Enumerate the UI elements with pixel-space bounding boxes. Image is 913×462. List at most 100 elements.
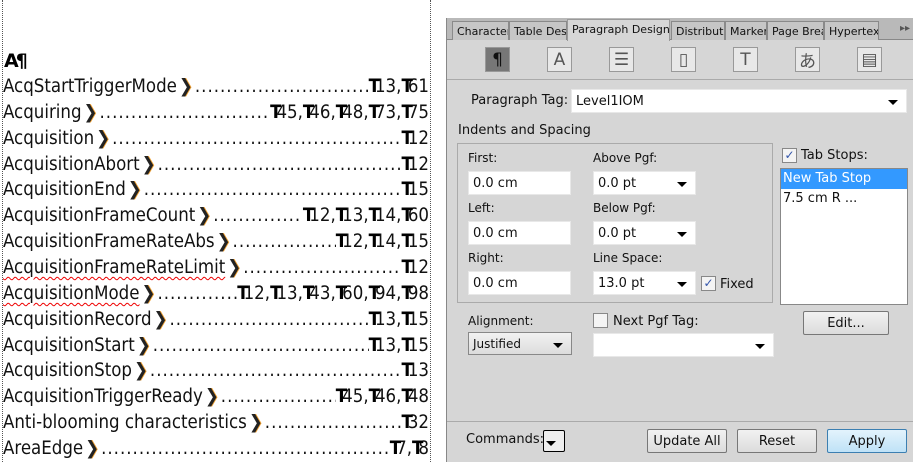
dot-leader <box>158 154 402 175</box>
cross-ref-marker-icon: T <box>335 282 348 304</box>
index-entry[interactable]: AcquisitionRecord❯ T13,T15 <box>3 309 429 335</box>
more-tabs-icon[interactable]: ▸▸ <box>900 23 910 34</box>
page-numbers: T12,T13,T14,T60 <box>302 205 429 227</box>
pagination-icon[interactable]: ☰ <box>609 47 634 72</box>
cross-ref-marker-icon: T <box>302 205 315 227</box>
index-term: AcqStartTriggerMode <box>3 76 177 97</box>
cross-ref-marker-icon: T <box>401 76 413 97</box>
index-entry[interactable]: AcquisitionAbort❯ T12 <box>3 154 429 180</box>
hypertext-marker-icon: ❯ <box>83 101 98 123</box>
tab-hypertext[interactable]: Hypertext <box>824 21 879 40</box>
next-pgf-tag-select[interactable] <box>593 333 774 357</box>
hypertext-marker-icon: ❯ <box>141 282 156 304</box>
cross-ref-marker-icon: T <box>401 179 413 201</box>
apply-button[interactable]: Apply <box>827 429 907 453</box>
page-numbers: T12 <box>401 154 429 175</box>
above-pgf-select[interactable]: 0.0 pt <box>593 171 696 195</box>
hypertext-marker-icon: ❯ <box>133 360 148 382</box>
cross-ref-marker-icon: T <box>401 412 413 434</box>
index-entry[interactable]: AcquisitionStop❯ T13 <box>3 360 429 386</box>
index-entry[interactable]: Acquiring❯ T45,T46,T48,T73,T75 <box>3 102 429 128</box>
dot-leader <box>195 76 369 97</box>
line-space-select[interactable]: 13.0 pt <box>593 271 696 295</box>
page-numbers: T12,T13,T43,T60,T94,T98 <box>237 282 429 304</box>
index-entry[interactable]: AcquisitionFrameRateAbs❯ T12,T14,T15 <box>3 231 429 257</box>
tab-marker[interactable]: Marker <box>725 21 767 40</box>
index-term: AcquisitionFrameRateLimit <box>3 256 226 278</box>
index-term: AcquisitionStart <box>3 334 135 356</box>
index-term: AcquisitionAbort <box>3 153 140 175</box>
document-page[interactable]: A¶ AcqStartTriggerMode❯T13,T61Acquiring❯… <box>0 0 446 462</box>
fixed-checkbox[interactable]: ✓ <box>701 276 716 291</box>
tab-stops-list[interactable]: New Tab Stop 7.5 cm R ... <box>780 168 908 305</box>
index-entry[interactable]: AcquisitionStart❯ T13,T15 <box>3 335 429 361</box>
tab-table-designer[interactable]: Table Desig <box>509 21 567 40</box>
dot-leader <box>213 205 303 226</box>
page-numbers: T13,T61 <box>368 76 429 97</box>
index-term: AcquisitionMode <box>3 282 140 304</box>
font-icon[interactable]: A <box>547 47 572 72</box>
commands-label: Commands: <box>466 432 544 447</box>
tab-page-break[interactable]: Page Break <box>767 21 824 40</box>
left-label: Left: <box>468 201 495 215</box>
paragraph-icon[interactable]: ¶ <box>485 47 510 72</box>
paragraph-tag-label: Paragraph Tag: <box>471 93 569 108</box>
index-entry[interactable]: AcquisitionFrameRateLimit❯ T12 <box>3 257 429 283</box>
index-entry[interactable]: AcquisitionTriggerReady❯ T45,T46,T48 <box>3 386 429 412</box>
next-pgf-tag-label: Next Pgf Tag: <box>613 314 699 329</box>
index-entry[interactable]: Acquisition❯ T12 <box>3 128 429 154</box>
index-entry[interactable]: AcquisitionMode❯ T12,T13,T43,T60,T94,T98 <box>3 283 429 309</box>
index-entry[interactable]: AcquisitionEnd❯ T15 <box>3 179 429 205</box>
cross-ref-marker-icon: T <box>401 256 413 278</box>
hypertext-marker-icon: ❯ <box>227 256 242 278</box>
first-indent-input[interactable]: 0.0 cm <box>468 171 571 195</box>
alignment-select[interactable]: Justified <box>468 332 572 355</box>
reset-button[interactable]: Reset <box>737 429 817 453</box>
paragraph-designer-panel: Character D Table Desig Paragraph Design… <box>446 18 913 462</box>
dot-leader <box>112 128 401 149</box>
above-pgf-label: Above Pgf: <box>593 151 658 165</box>
index-entry[interactable]: AreaEdge❯ T7,T8 <box>3 438 429 462</box>
cross-ref-marker-icon: T <box>389 437 402 459</box>
tab-bar: Character D Table Desig Paragraph Design… <box>447 18 913 41</box>
index-entry[interactable]: AcquisitionFrameCount❯ T12,T13,T14,T60 <box>3 205 429 231</box>
advanced-icon[interactable]: T <box>733 47 758 72</box>
numbering-icon[interactable]: ▯ <box>671 47 696 72</box>
hypertext-marker-icon: ❯ <box>216 231 231 253</box>
cross-ref-marker-icon: T <box>368 205 380 227</box>
tab-paragraph-designer[interactable]: Paragraph Designer <box>567 19 670 41</box>
paragraph-tag-select[interactable]: Level1IOM <box>571 89 907 113</box>
index-entry[interactable]: AcqStartTriggerMode❯ T13,T61 <box>3 76 429 102</box>
indents-spacing-title: Indents and Spacing <box>458 123 591 138</box>
dot-leader <box>243 257 401 278</box>
dot-leader <box>150 360 402 381</box>
tab-stops-checkbox[interactable]: ✓ <box>782 148 797 163</box>
tab-distribute[interactable]: Distribute <box>671 21 725 40</box>
cross-ref-marker-icon: T <box>368 231 380 253</box>
page-numbers: T12 <box>401 257 429 278</box>
hypertext-marker-icon: ❯ <box>141 153 156 175</box>
below-pgf-select[interactable]: 0.0 pt <box>593 221 696 245</box>
next-pgf-tag-checkbox[interactable] <box>593 313 608 328</box>
index-entry[interactable]: Anti-blooming characteristics❯ T32 <box>3 412 429 438</box>
table-cell-icon[interactable]: ▤ <box>857 47 882 72</box>
left-indent-input[interactable]: 0.0 cm <box>468 221 571 245</box>
dot-leader <box>144 179 402 200</box>
page-numbers: T45,T46,T48 <box>335 386 429 408</box>
update-all-button[interactable]: Update All <box>647 429 727 453</box>
dot-leader <box>100 102 271 123</box>
tab-stop-item[interactable]: 7.5 cm R ... <box>781 189 907 209</box>
tab-character-designer[interactable]: Character D <box>452 21 509 40</box>
index-term: AcquisitionTriggerReady <box>3 386 203 408</box>
fixed-label: Fixed <box>720 277 754 292</box>
asian-icon[interactable]: あ <box>795 47 820 72</box>
edit-tab-stop-button[interactable]: Edit... <box>803 311 889 335</box>
cross-ref-marker-icon: T <box>270 282 282 304</box>
dot-leader <box>157 283 237 304</box>
right-indent-input[interactable]: 0.0 cm <box>468 271 571 295</box>
cross-ref-marker-icon: T <box>335 231 348 253</box>
commands-dropdown[interactable] <box>543 430 565 452</box>
index-term: Acquiring <box>3 101 82 123</box>
page-numbers: T12 <box>401 128 429 149</box>
tab-stop-item[interactable]: New Tab Stop <box>781 169 907 189</box>
